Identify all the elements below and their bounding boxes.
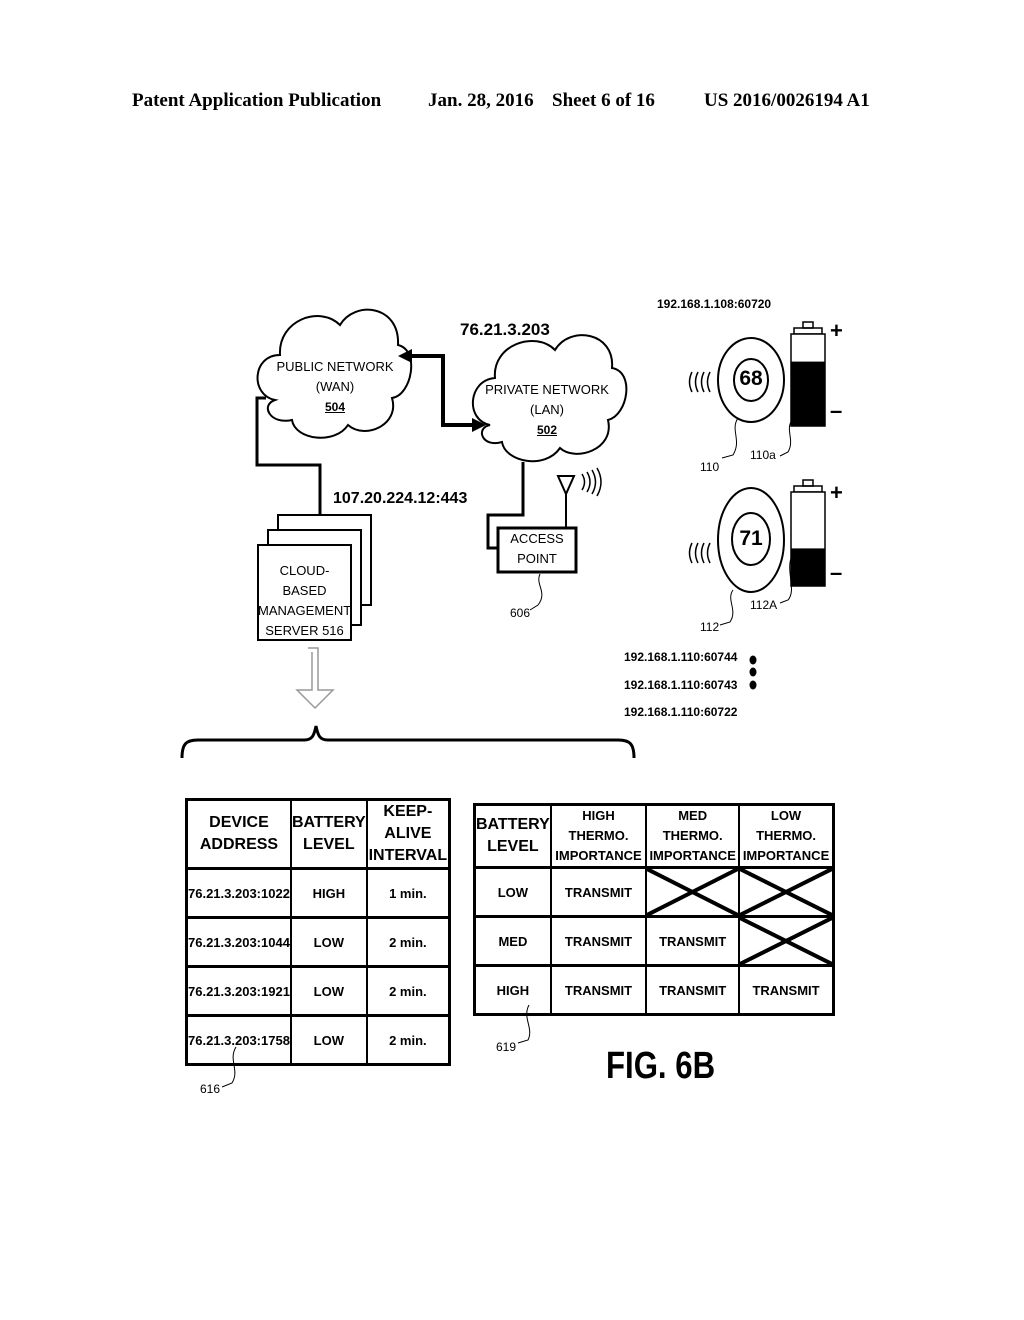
table-row: HIGH TRANSMIT TRANSMIT TRANSMIT (473, 964, 835, 1016)
battery-fill (791, 361, 825, 426)
private-network-label: PRIVATE NETWORK (LAN) 502 (477, 380, 617, 440)
battery-112a-ref: 112A (750, 598, 778, 612)
battery-112a-plus: + (830, 480, 843, 505)
private-network-type: (LAN) (530, 402, 564, 417)
server-label: CLOUD-BASED MANAGEMENT SERVER 516 (258, 561, 351, 641)
cross-out-icon (647, 869, 738, 915)
transmit-cell: TRANSMIT (645, 964, 741, 1016)
transmit-policy-table: BATTERY LEVEL HIGH THERMO. IMPORTANCE MED … (473, 803, 835, 1016)
header-battery-level: BATTERY LEVEL (289, 798, 368, 870)
header-high-importance: HIGH THERMO. IMPORTANCE (549, 803, 648, 869)
header-device-address: DEVICE ADDRESS (185, 798, 292, 870)
table-row: LOW TRANSMIT (473, 866, 835, 918)
table-row: 76.21.3.203:1022 HIGH 1 min. (185, 867, 451, 919)
battery-112a-minus: – (830, 560, 843, 585)
table-row: 76.21.3.203:1044 LOW 2 min. (185, 916, 451, 968)
table-row: 76.21.3.203:1758 LOW 2 min. (185, 1014, 451, 1066)
private-network-ref: 502 (536, 423, 558, 437)
thermostat-112-signal-icon (688, 542, 711, 564)
transmit-cell: TRANSMIT (549, 866, 648, 918)
access-point-line1: ACCESS (510, 531, 564, 546)
thermostat-112-temperature: 71 (739, 527, 763, 550)
battery-level-cell: HIGH (473, 964, 552, 1016)
curly-brace (180, 725, 636, 759)
more-devices-ellipsis-icon (749, 655, 757, 690)
table-header-row: DEVICE ADDRESS BATTERY LEVEL KEEP-ALIVE INT… (185, 798, 451, 870)
private-network-ip: 76.21.3.203 (460, 320, 550, 339)
access-point-ref: 606 (510, 606, 531, 620)
not-transmit-cell (738, 866, 835, 918)
server-line1: CLOUD-BASED (279, 563, 330, 598)
network-diagram (180, 308, 826, 1088)
thermostat-110-temperature: 68 (739, 367, 763, 390)
transmit-cell: TRANSMIT (549, 964, 648, 1016)
header-low-importance: LOW THERMO. IMPORTANCE (738, 803, 835, 869)
header-battery-level: BATTERY LEVEL (473, 803, 552, 869)
not-transmit-cell (738, 915, 835, 967)
battery-fill (791, 548, 825, 586)
table-616-ref: 616 (200, 1082, 221, 1096)
antenna-icon (556, 475, 576, 497)
cross-out-icon (740, 918, 832, 964)
figure-label: FIG. 6B (606, 1045, 716, 1087)
not-transmit-cell (645, 866, 741, 918)
access-point-label: ACCESS POINT (498, 529, 576, 569)
thermostat-110-signal-icon (688, 371, 711, 393)
thermostat-112-ref: 112 (700, 620, 720, 634)
thermostat-110-ref: 110 (700, 460, 720, 474)
battery-110a-icon (790, 321, 826, 427)
transmit-cell: TRANSMIT (645, 915, 741, 967)
table-row: MED TRANSMIT TRANSMIT (473, 915, 835, 967)
header-keep-alive-interval: KEEP-ALIVE INTERVAL (365, 798, 451, 870)
server-ip: 107.20.224.12:443 (333, 490, 468, 507)
public-network-type: (WAN) (315, 379, 355, 394)
private-network-name: PRIVATE NETWORK (485, 382, 609, 397)
battery-110a-plus: + (830, 318, 843, 343)
public-network-name: PUBLIC NETWORK (276, 359, 394, 374)
battery-110a-ref: 110a (750, 448, 776, 462)
public-network-label: PUBLIC NETWORK (WAN) 504 (270, 357, 400, 417)
transmit-cell: TRANSMIT (738, 964, 835, 1016)
battery-112a-icon (790, 479, 826, 587)
table-row: 76.21.3.203:1921 LOW 2 min. (185, 965, 451, 1017)
battery-level-cell: MED (473, 915, 552, 967)
header-med-importance: MED THERMO. IMPORTANCE (645, 803, 741, 869)
server-line2: MANAGEMENT (258, 603, 352, 618)
battery-level-cell: LOW (473, 866, 552, 918)
transmit-cell: TRANSMIT (549, 915, 648, 967)
cross-out-icon (740, 869, 832, 915)
wireless-signal-icon (581, 467, 602, 497)
table-619-ref: 619 (496, 1040, 517, 1054)
public-network-ref: 504 (324, 400, 346, 414)
access-point-line2: POINT (517, 551, 557, 566)
battery-110a-minus: – (830, 398, 843, 423)
device-address-2: 192.168.1.110:60743 (624, 678, 738, 692)
thermostat-110-address: 192.168.1.108:60720 (657, 297, 772, 311)
device-address-1: 192.168.1.110:60744 (624, 650, 738, 664)
table-header-row: BATTERY LEVEL HIGH THERMO. IMPORTANCE MED … (473, 803, 835, 869)
device-address-3: 192.168.1.110:60722 (624, 705, 738, 719)
arrow-left-icon (398, 349, 412, 363)
keep-alive-table: DEVICE ADDRESS BATTERY LEVEL KEEP-ALIVE INT… (185, 798, 451, 1066)
server-line3: SERVER 516 (265, 623, 344, 638)
